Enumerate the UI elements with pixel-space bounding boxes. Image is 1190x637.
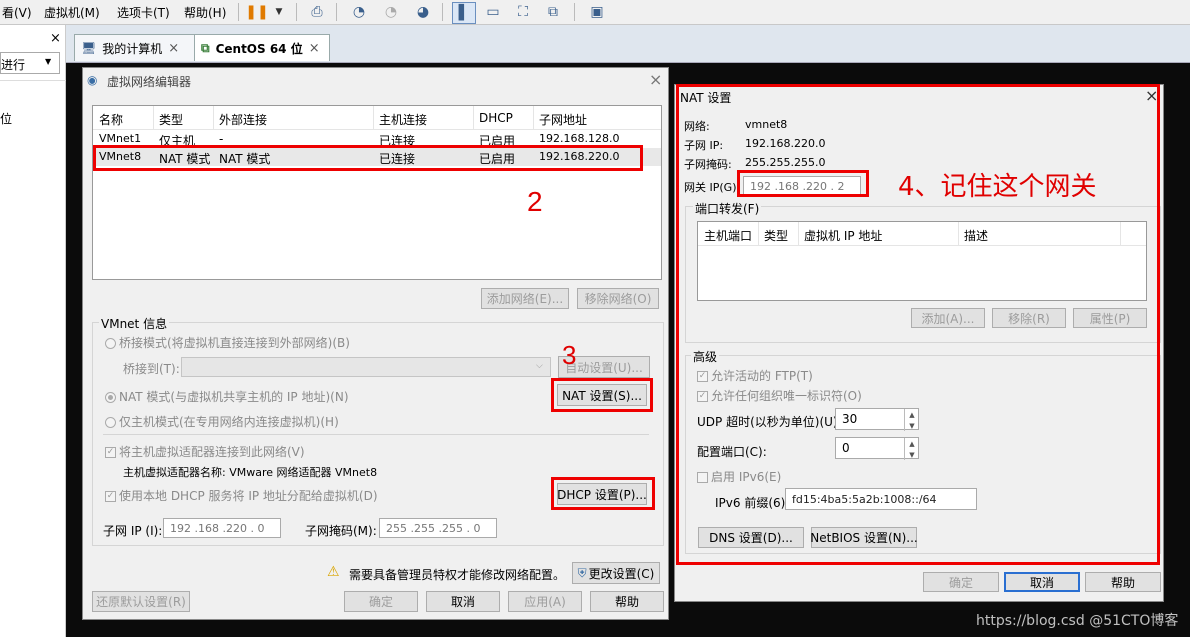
fullscreen-icon[interactable]: ⛶ <box>512 2 534 22</box>
ok-button[interactable]: 确定 <box>923 572 999 592</box>
menu-bar: 看(V) 虚拟机(M) 选项卡(T) 帮助(H) ❚❚ ▼ ⎙ ◔ ◔ ◕ ▌ … <box>0 0 1190 25</box>
highlight-nat-settings <box>551 378 653 412</box>
network-table: 名称 类型 外部连接 主机连接 DHCP 子网地址 VMnet1 仅主机 - 已… <box>92 105 662 280</box>
bridge-mode-radio[interactable]: 桥接模式(将虚拟机直接连接到外部网络)(B) <box>105 334 350 351</box>
subnet-ip-label: 子网 IP (I): <box>103 524 163 538</box>
apply-button[interactable]: 应用(A) <box>508 591 582 612</box>
subnet-ip-field[interactable]: 192 .168 .220 . 0 <box>163 518 281 538</box>
unity-icon[interactable]: ⧉ <box>542 2 564 22</box>
admin-warning-text: 需要具备管理员特权才能修改网络配置。 <box>349 568 566 582</box>
sidebar-icon[interactable]: ▌ <box>452 2 476 24</box>
highlight-vmnet8 <box>93 145 643 171</box>
close-icon[interactable]: × <box>649 70 662 89</box>
highlight-dhcp-settings <box>551 477 655 510</box>
ok-button[interactable]: 确定 <box>344 591 418 612</box>
restore-defaults-button[interactable]: 还原默认设置(R) <box>92 591 190 612</box>
annotation-step-4: 4、记住这个网关 <box>898 172 1097 202</box>
cancel-button[interactable]: 取消 <box>426 591 500 612</box>
computer-icon: 🖥 <box>81 41 97 55</box>
send-keys-icon[interactable]: ⎙ <box>306 2 328 22</box>
annotation-step-2: 2 <box>527 186 543 217</box>
revert-snapshot-icon[interactable]: ◔ <box>380 2 402 22</box>
menu-view[interactable]: 看(V) <box>2 4 32 21</box>
bridge-to-label: 桥接到(T): <box>123 362 180 376</box>
warning-icon: ⚠ <box>327 564 340 580</box>
column-header[interactable]: 名称 <box>99 111 123 128</box>
library-pane: × 进行 ▼ 位 <box>0 25 66 637</box>
help-button[interactable]: 帮助 <box>590 591 664 612</box>
table-header: 名称 类型 外部连接 主机连接 DHCP 子网地址 <box>93 106 661 130</box>
dialog-title: 虚拟网络编辑器 <box>107 75 192 89</box>
column-header[interactable]: 类型 <box>159 111 183 128</box>
adapter-name-text: 主机虚拟适配器名称: VMware 网络适配器 VMnet8 <box>123 466 378 479</box>
group-label: VMnet 信息 <box>99 315 170 332</box>
tab-close-icon[interactable]: × <box>168 41 179 56</box>
menu-vm[interactable]: 虚拟机(M) <box>44 4 100 21</box>
bridge-to-select[interactable]: ⌵ <box>181 357 551 377</box>
shield-icon: ⛨ <box>577 565 587 580</box>
remove-network-button[interactable]: 移除网络(O) <box>577 288 659 309</box>
snapshot-manager-icon[interactable]: ◕ <box>412 2 434 22</box>
connect-adapter-checkbox[interactable]: ✓ 将主机虚拟适配器连接到此网络(V) <box>105 443 305 460</box>
nat-mode-radio[interactable]: NAT 模式(与虚拟机共享主机的 IP 地址)(N) <box>105 388 349 405</box>
subnet-mask-field[interactable]: 255 .255 .255 . 0 <box>379 518 497 538</box>
column-header[interactable]: 主机连接 <box>379 111 427 128</box>
highlight-nat-dialog <box>676 84 1160 565</box>
tab-close-icon[interactable]: × <box>309 41 320 56</box>
cancel-button[interactable]: 取消 <box>1004 572 1080 592</box>
library-search-dropdown[interactable]: 进行 ▼ <box>0 52 60 74</box>
subnet-mask-label: 子网掩码(M): <box>305 524 377 538</box>
dropdown-icon[interactable]: ▼ <box>268 2 290 22</box>
help-button[interactable]: 帮助 <box>1085 572 1161 592</box>
virtual-network-editor-dialog: ◉ 虚拟网络编辑器 × 名称 类型 外部连接 主机连接 DHCP 子网地址 VM… <box>82 67 669 620</box>
view-icon[interactable]: ▣ <box>586 2 608 22</box>
console-icon[interactable]: ▭ <box>482 2 504 22</box>
library-item[interactable]: 位 <box>0 110 12 127</box>
tab-my-computer[interactable]: 🖥 我的计算机 × <box>74 34 202 61</box>
use-dhcp-checkbox[interactable]: ✓ 使用本地 DHCP 服务将 IP 地址分配给虚拟机(D) <box>105 487 378 504</box>
chevron-down-icon: ▼ <box>45 57 52 66</box>
column-header[interactable]: DHCP <box>479 111 513 125</box>
network-editor-icon: ◉ <box>87 73 98 87</box>
vm-icon: ⧉ <box>201 40 210 55</box>
tab-strip: 🖥 我的计算机 × ⧉ CentOS 64 位 × <box>66 25 1190 63</box>
menu-help[interactable]: 帮助(H) <box>184 4 226 21</box>
library-close-icon[interactable]: × <box>50 31 61 46</box>
tab-centos[interactable]: ⧉ CentOS 64 位 × <box>194 34 330 61</box>
menu-tabs[interactable]: 选项卡(T) <box>117 4 170 21</box>
column-header[interactable]: 子网地址 <box>539 111 587 128</box>
annotation-step-3: 3 <box>562 340 577 370</box>
watermark: https://blog.csd @51CTO博客 <box>976 613 1179 629</box>
add-network-button[interactable]: 添加网络(E)... <box>481 288 569 309</box>
change-settings-button[interactable]: ⛨ 更改设置(C) <box>572 562 660 584</box>
chevron-down-icon: ⌵ <box>536 361 543 371</box>
host-only-radio[interactable]: 仅主机模式(在专用网络内连接虚拟机)(H) <box>105 413 339 430</box>
snapshot-icon[interactable]: ◔ <box>348 2 370 22</box>
pause-icon[interactable]: ❚❚ <box>245 2 268 22</box>
column-header[interactable]: 外部连接 <box>219 111 267 128</box>
